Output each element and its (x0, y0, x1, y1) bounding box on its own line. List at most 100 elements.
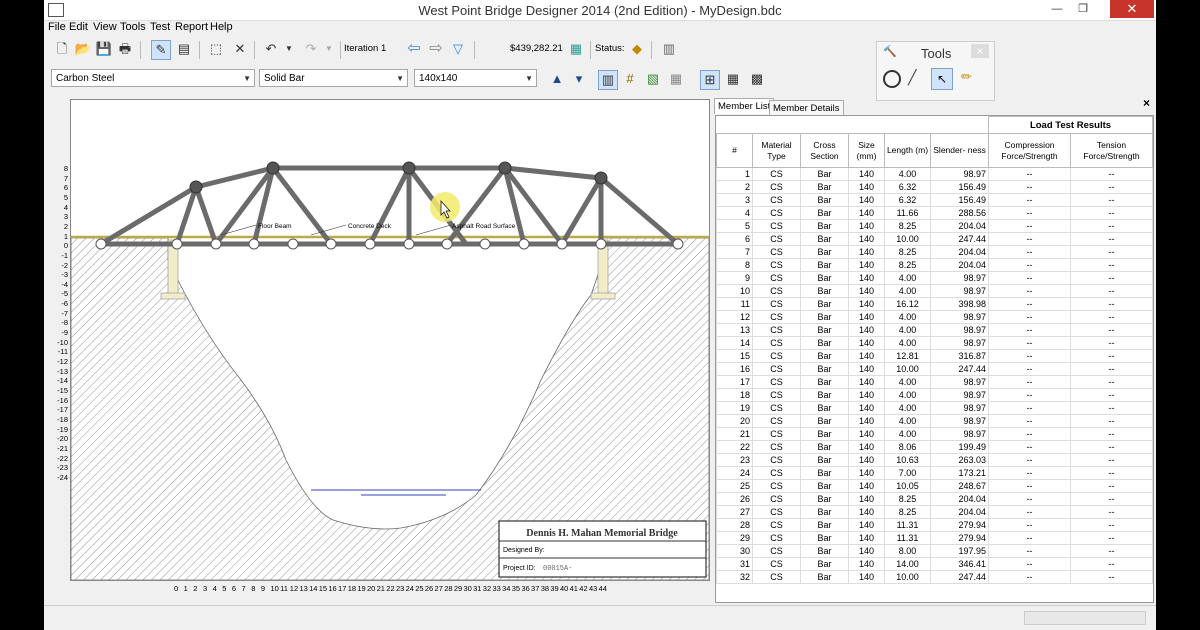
col-number[interactable]: # (716, 133, 753, 168)
table-row[interactable]: 22 CS Bar 140 8.06 199.49 -- -- (716, 440, 1153, 454)
table-row[interactable]: 7 CS Bar 140 8.25 204.04 -- -- (716, 245, 1153, 259)
delete-icon[interactable]: ✕ (231, 40, 249, 58)
col-material[interactable]: Material Type (752, 133, 801, 168)
close-button[interactable]: ✕ (1110, 0, 1154, 18)
undo-icon[interactable]: ↶ (262, 40, 280, 58)
open-folder-icon[interactable]: 📂 (74, 40, 92, 58)
col-size[interactable]: Size (mm) (848, 133, 885, 168)
calculator-icon[interactable]: ▦ (567, 40, 585, 58)
table-row[interactable]: 31 CS Bar 140 14.00 346.41 -- -- (716, 557, 1153, 571)
forward-arrow-icon[interactable]: ⇨ (427, 40, 445, 58)
table-row[interactable]: 17 CS Bar 140 4.00 98.97 -- -- (716, 375, 1153, 389)
grid-panel-icon[interactable]: ▥ (660, 40, 678, 58)
table-row[interactable]: 19 CS Bar 140 4.00 98.97 -- -- (716, 401, 1153, 415)
table-row[interactable]: 9 CS Bar 140 4.00 98.97 -- -- (716, 271, 1153, 285)
print-icon[interactable]: 🖶 (116, 40, 134, 58)
table-row[interactable]: 32 CS Bar 140 10.00 247.44 -- -- (716, 570, 1153, 584)
member-tool-icon[interactable]: ╱ (908, 69, 916, 86)
table-row[interactable]: 6 CS Bar 140 10.00 247.44 -- -- (716, 232, 1153, 246)
table-row[interactable]: 21 CS Bar 140 4.00 98.97 -- -- (716, 427, 1153, 441)
table-row[interactable]: 1 CS Bar 140 4.00 98.97 -- -- (716, 167, 1153, 181)
menu-report[interactable]: Report (175, 21, 208, 33)
save-icon[interactable]: 💾 (95, 40, 113, 58)
table-row[interactable]: 25 CS Bar 140 10.05 248.67 -- -- (716, 479, 1153, 493)
member-number-cell: 12 (716, 310, 753, 324)
iteration-tree-icon[interactable]: ▽ (449, 40, 467, 58)
table-row[interactable]: 8 CS Bar 140 8.25 204.04 -- -- (716, 258, 1153, 272)
table-row[interactable]: 15 CS Bar 140 12.81 316.87 -- -- (716, 349, 1153, 363)
status-warning-icon[interactable]: ◆ (628, 40, 646, 58)
table-row[interactable]: 20 CS Bar 140 4.00 98.97 -- -- (716, 414, 1153, 428)
table-row[interactable]: 27 CS Bar 140 8.25 204.04 -- -- (716, 505, 1153, 519)
member-number-cell: 19 (716, 401, 753, 415)
chevron-down-icon[interactable]: ▼ (320, 40, 338, 58)
menu-file[interactable]: File (48, 21, 66, 33)
rulers-icon[interactable]: ▥ (598, 70, 618, 90)
back-arrow-icon[interactable]: ⇦ (405, 40, 423, 58)
table-row[interactable]: 30 CS Bar 140 8.00 197.95 -- -- (716, 544, 1153, 558)
slenderness-cell: 197.95 (930, 544, 989, 558)
menu-test[interactable]: Test (150, 21, 170, 33)
menu-edit[interactable]: Edit (69, 21, 88, 33)
maximize-button[interactable]: ❐ (1072, 2, 1094, 16)
slenderness-cell: 204.04 (930, 505, 989, 519)
size-select[interactable]: 140x140 ▼ (414, 69, 537, 87)
table-row[interactable]: 23 CS Bar 140 10.63 263.03 -- -- (716, 453, 1153, 467)
coordinates-icon[interactable]: # (621, 70, 639, 88)
table-row[interactable]: 29 CS Bar 140 11.31 279.94 -- -- (716, 531, 1153, 545)
table-row[interactable]: 26 CS Bar 140 8.25 204.04 -- -- (716, 492, 1153, 506)
increase-size-icon[interactable]: ▲ (548, 70, 566, 88)
minimize-button[interactable]: — (1046, 2, 1068, 16)
template-icon[interactable]: ▧ (644, 70, 662, 88)
fine-grid-icon[interactable]: ▩ (748, 70, 766, 88)
new-file-icon[interactable]: 🗋 (53, 40, 71, 58)
material-type-cell: CS (752, 271, 801, 285)
medium-grid-icon[interactable]: ▦ (724, 70, 742, 88)
table-row[interactable]: 12 CS Bar 140 4.00 98.97 -- -- (716, 310, 1153, 324)
table-row[interactable]: 11 CS Bar 140 16.12 398.98 -- -- (716, 297, 1153, 311)
member-list-icon[interactable]: ▦ (667, 70, 685, 88)
compression-ratio-cell: -- (988, 310, 1071, 324)
coarse-grid-icon[interactable]: ⊞ (700, 70, 720, 90)
table-row[interactable]: 16 CS Bar 140 10.00 247.44 -- -- (716, 362, 1153, 376)
table-row[interactable]: 28 CS Bar 140 11.31 279.94 -- -- (716, 518, 1153, 532)
drawing-board[interactable]: Floor Beam Concrete Deck Asphalt Road Su… (70, 99, 710, 581)
tools-close-button[interactable]: × (971, 44, 989, 58)
col-cross-section[interactable]: Cross Section (800, 133, 849, 168)
col-tension[interactable]: Tension Force/Strength (1070, 133, 1153, 168)
load-test-icon[interactable]: ▤ (175, 40, 193, 58)
tab-member-list[interactable]: Member List (714, 98, 775, 114)
x-tick-label: 35 (511, 584, 521, 593)
table-row[interactable]: 2 CS Bar 140 6.32 156.49 -- -- (716, 180, 1153, 194)
menu-tools[interactable]: Tools (120, 21, 146, 33)
table-row[interactable]: 10 CS Bar 140 4.00 98.97 -- -- (716, 284, 1153, 298)
cross-section-select[interactable]: Solid Bar ▼ (259, 69, 408, 87)
joint-tool-icon[interactable] (883, 70, 901, 88)
x-tick-label: 3 (202, 584, 208, 593)
table-row[interactable]: 24 CS Bar 140 7.00 173.21 -- -- (716, 466, 1153, 480)
col-compression[interactable]: Compression Force/Strength (988, 133, 1071, 168)
material-type-cell: CS (752, 531, 801, 545)
menu-view[interactable]: View (93, 21, 117, 33)
cross-section-cell: Bar (800, 284, 849, 298)
erase-tool-icon[interactable]: ✏ (961, 69, 972, 85)
panel-close-button[interactable]: × (1143, 96, 1150, 110)
drawing-board-icon[interactable]: ✎ (151, 40, 171, 60)
table-row[interactable]: 4 CS Bar 140 11.66 288.56 -- -- (716, 206, 1153, 220)
select-tool-icon[interactable]: ↖ (931, 68, 953, 90)
table-row[interactable]: 14 CS Bar 140 4.00 98.97 -- -- (716, 336, 1153, 350)
table-row[interactable]: 13 CS Bar 140 4.00 98.97 -- -- (716, 323, 1153, 337)
decrease-size-icon[interactable]: ▾ (570, 70, 588, 88)
menu-help[interactable]: Help (210, 21, 233, 33)
member-number-cell: 4 (716, 206, 753, 220)
chevron-down-icon[interactable]: ▼ (280, 40, 298, 58)
select-all-icon[interactable]: ⬚ (207, 40, 225, 58)
col-length[interactable]: Length (m) (884, 133, 931, 168)
table-row[interactable]: 5 CS Bar 140 8.25 204.04 -- -- (716, 219, 1153, 233)
tab-member-details[interactable]: Member Details (769, 100, 844, 116)
col-slenderness[interactable]: Slender- ness (930, 133, 989, 168)
table-row[interactable]: 3 CS Bar 140 6.32 156.49 -- -- (716, 193, 1153, 207)
redo-icon[interactable]: ↷ (302, 40, 320, 58)
material-select[interactable]: Carbon Steel ▼ (51, 69, 255, 87)
table-row[interactable]: 18 CS Bar 140 4.00 98.97 -- -- (716, 388, 1153, 402)
